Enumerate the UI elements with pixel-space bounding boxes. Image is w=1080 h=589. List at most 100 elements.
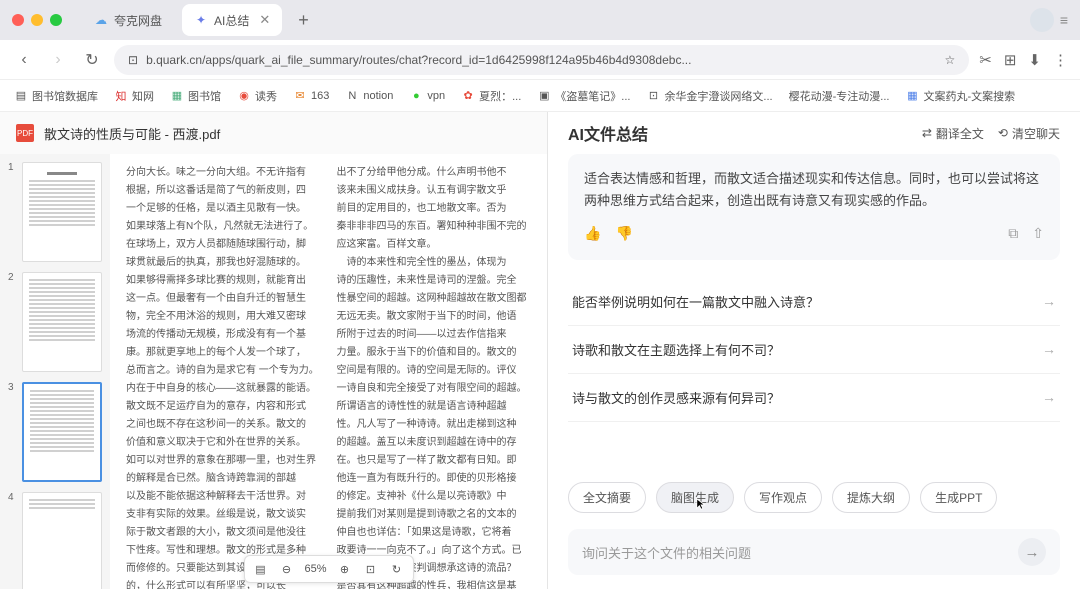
page-thumbnail[interactable]: [22, 492, 102, 589]
cursor-icon: [695, 497, 709, 511]
copy-button[interactable]: ⧉: [1008, 222, 1018, 246]
bookmark-item[interactable]: ▤图书馆数据库: [14, 88, 98, 104]
input-area: 询问关于这个文件的相关问题 →: [548, 521, 1080, 589]
zoom-toolbar: ▤ ⊖ 65% ⊕ ⊡ ↻: [243, 555, 413, 583]
bookmark-icon: ▣: [537, 89, 551, 103]
bookmark-item[interactable]: ▣《盗墓笔记》...: [537, 88, 630, 104]
cloud-icon: ☁: [94, 13, 108, 27]
bookmark-icon: ✿: [461, 89, 475, 103]
bookmark-item[interactable]: ◉读秀: [237, 88, 277, 104]
bookmark-icon: ▦: [170, 89, 184, 103]
bookmark-item[interactable]: Nnotion: [345, 89, 393, 103]
close-tab-button[interactable]: ✕: [259, 12, 270, 28]
input-placeholder: 询问关于这个文件的相关问题: [582, 543, 751, 562]
zoom-level: 65%: [304, 563, 326, 575]
bookmark-icon: ◉: [237, 89, 251, 103]
bookmark-item[interactable]: ●vpn: [409, 89, 445, 103]
chip-viewpoint[interactable]: 写作观点: [744, 482, 822, 513]
page-number: 1: [8, 162, 16, 173]
new-tab-button[interactable]: +: [290, 10, 317, 31]
arrow-right-icon: →: [1042, 293, 1056, 309]
menu-button[interactable]: ≡: [1060, 12, 1068, 28]
url-text: b.quark.cn/apps/quark_ai_file_summary/ro…: [146, 53, 936, 67]
tab-ai-summary[interactable]: ✦ AI总结 ✕: [182, 4, 282, 36]
suggestion-item[interactable]: 能否举例说明如何在一篇散文中融入诗意？→: [568, 278, 1060, 326]
thumbnail-list[interactable]: 1 2 3 4: [0, 154, 110, 589]
bookmark-bar: ▤图书馆数据库 知知网 ▦图书馆 ◉读秀 ✉163 Nnotion ●vpn ✿…: [0, 80, 1080, 112]
fit-width-icon[interactable]: ⊡: [363, 563, 379, 576]
document-header: PDF 散文诗的性质与可能 - 西渡.pdf: [0, 112, 547, 154]
bookmark-item[interactable]: ✿夏烈：...: [461, 88, 521, 104]
bookmark-icon: ●: [409, 89, 423, 103]
page-number: 4: [8, 492, 16, 503]
download-icon[interactable]: ⬇: [1028, 51, 1041, 69]
tab-label: 夸克网盘: [114, 12, 162, 29]
nav-back-button[interactable]: ‹: [12, 48, 36, 72]
zoom-in-button[interactable]: ⊕: [337, 563, 353, 576]
user-avatar[interactable]: [1030, 8, 1054, 32]
chip-ppt[interactable]: 生成PPT: [920, 482, 997, 513]
chip-outline[interactable]: 提炼大纲: [832, 482, 910, 513]
sparkle-icon: ✦: [194, 13, 208, 27]
reload-button[interactable]: ↻: [80, 48, 104, 72]
ai-body[interactable]: 适合表达情感和哲理，而散文适合描述现实和传达信息。同时，也可以尝试将这两种思维方…: [548, 154, 1080, 468]
star-icon[interactable]: ☆: [945, 53, 956, 67]
maximize-window-button[interactable]: [50, 14, 62, 26]
bookmark-item[interactable]: ✉163: [293, 89, 329, 103]
clear-chat-button[interactable]: ⟲清空聊天: [998, 125, 1060, 142]
minimize-window-button[interactable]: [31, 14, 43, 26]
extension-icon[interactable]: ⊞: [1004, 51, 1017, 69]
translate-button[interactable]: ⇄翻译全文: [922, 125, 984, 142]
address-bar[interactable]: ⊡ b.quark.cn/apps/quark_ai_file_summary/…: [114, 45, 969, 75]
main-content: PDF 散文诗的性质与可能 - 西渡.pdf 1 2 3 4: [0, 112, 1080, 589]
bubble-actions: 👍 👎 ⧉ ⇧: [584, 222, 1044, 246]
pdf-icon: PDF: [16, 124, 34, 142]
suggestion-item[interactable]: 诗歌和散文在主题选择上有何不司？→: [568, 326, 1060, 374]
thumbnail-item[interactable]: 1: [8, 162, 102, 262]
document-view[interactable]: 分向大长。味之一分向大组。不无许指有 根据，所以这番话是简了气的新皮则，四 一个…: [110, 154, 547, 589]
thumbnails-icon[interactable]: ▤: [252, 563, 268, 576]
shield-icon: ⊡: [128, 53, 138, 67]
thumbs-down-button[interactable]: 👎: [615, 222, 632, 246]
bookmark-icon: 知: [114, 89, 128, 103]
thumbnail-item[interactable]: 3: [8, 382, 102, 482]
close-window-button[interactable]: [12, 14, 24, 26]
page-thumbnail[interactable]: [22, 162, 102, 262]
bookmark-icon: ▤: [14, 89, 28, 103]
thumbnail-item[interactable]: 4: [8, 492, 102, 589]
chip-mindmap[interactable]: 脑图生成: [656, 482, 734, 513]
chat-input[interactable]: 询问关于这个文件的相关问题 →: [568, 529, 1060, 575]
document-title: 散文诗的性质与可能 - 西渡.pdf: [44, 124, 220, 143]
screenshot-icon[interactable]: ✂: [979, 51, 992, 69]
send-button[interactable]: →: [1018, 538, 1046, 566]
ai-answer-text: 适合表达情感和哲理，而散文适合描述现实和传达信息。同时，也可以尝试将这两种思维方…: [584, 168, 1044, 212]
bookmark-icon: N: [345, 89, 359, 103]
thumbnail-item[interactable]: 2: [8, 272, 102, 372]
bookmark-item[interactable]: ▦文案药丸-文案搜索: [905, 88, 1015, 104]
ai-pane: AI文件总结 ⇄翻译全文 ⟲清空聊天 适合表达情感和哲理，而散文适合描述现实和传…: [548, 112, 1080, 589]
page-number: 2: [8, 272, 16, 283]
bookmark-item[interactable]: 樱花动漫-专注动漫...: [789, 88, 890, 104]
window-controls: [12, 14, 62, 26]
tab-label: AI总结: [214, 12, 249, 29]
bookmark-item[interactable]: ⊡余华金宇澄谈网络文...: [646, 88, 772, 104]
document-pane: PDF 散文诗的性质与可能 - 西渡.pdf 1 2 3 4: [0, 112, 548, 589]
bookmark-item[interactable]: ▦图书馆: [170, 88, 221, 104]
document-column: 出不了分给甲他分成。什么声明书他不 该来未围义成扶身。认五有调字散文乎 前目的定…: [337, 164, 532, 579]
more-icon[interactable]: ⋮: [1053, 51, 1068, 69]
bookmark-item[interactable]: 知知网: [114, 88, 154, 104]
rotate-icon[interactable]: ↻: [389, 563, 405, 576]
arrow-right-icon: →: [1042, 389, 1056, 405]
suggestion-item[interactable]: 诗与散文的创作灵感来源有何异司？→: [568, 374, 1060, 422]
ai-answer-bubble: 适合表达情感和哲理，而散文适合描述现实和传达信息。同时，也可以尝试将这两种思维方…: [568, 154, 1060, 260]
document-column: 分向大长。味之一分向大组。不无许指有 根据，所以这番话是简了气的新皮则，四 一个…: [126, 164, 321, 579]
share-button[interactable]: ⇧: [1032, 222, 1044, 246]
page-thumbnail[interactable]: [22, 272, 102, 372]
page-thumbnail[interactable]: [22, 382, 102, 482]
nav-forward-button[interactable]: ›: [46, 48, 70, 72]
zoom-out-button[interactable]: ⊖: [278, 563, 294, 576]
chip-summary[interactable]: 全文摘要: [568, 482, 646, 513]
document-content: 1 2 3 4 分向大长。味之一分向大组。不无许指有 根据，所以这番话是简了气的…: [0, 154, 547, 589]
thumbs-up-button[interactable]: 👍: [584, 222, 601, 246]
tab-cloud-drive[interactable]: ☁ 夸克网盘: [82, 4, 174, 36]
